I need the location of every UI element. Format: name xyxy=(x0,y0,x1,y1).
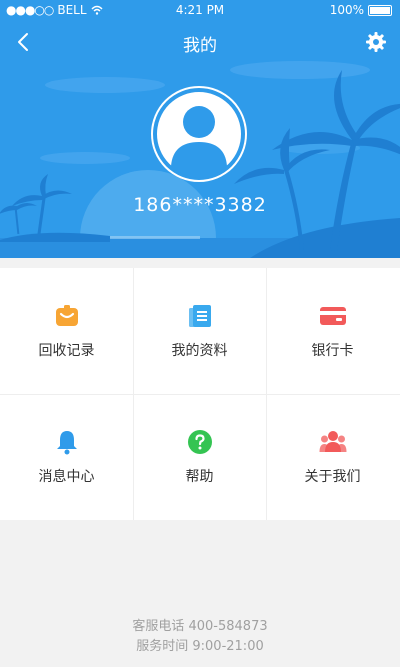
about-us-icon xyxy=(319,430,346,452)
menu-item-label: 银行卡 xyxy=(311,342,354,359)
menu-item-bank-card[interactable]: 银行卡 xyxy=(266,268,399,393)
profile-header: ●●●○○ BELL 4:21 PM 100% 我的 186****3382 xyxy=(0,0,400,258)
gear-icon[interactable] xyxy=(364,30,388,54)
nav-bar: 我的 xyxy=(0,24,400,60)
customer-service-footer: 客服电话 400-584873 服务时间 9:00-21:00 xyxy=(0,617,400,657)
bell-icon xyxy=(56,430,77,454)
recycle-record-icon xyxy=(55,304,78,326)
status-bar: ●●●○○ BELL 4:21 PM 100% xyxy=(0,0,400,20)
menu-item-label: 我的资料 xyxy=(171,342,228,359)
user-avatar-icon xyxy=(153,88,245,180)
menu-item-label: 消息中心 xyxy=(38,468,95,485)
menu-item-label: 帮助 xyxy=(185,468,214,485)
service-hotline: 客服电话 400-584873 xyxy=(132,619,268,634)
help-icon xyxy=(187,429,212,454)
battery-icon xyxy=(368,4,392,16)
user-phone: 186****3382 xyxy=(133,194,267,216)
menu-item-about-us[interactable]: 关于我们 xyxy=(266,394,399,519)
page-title: 我的 xyxy=(183,36,217,56)
document-icon xyxy=(188,304,211,327)
battery-percent: 100% xyxy=(329,3,364,17)
bank-card-icon xyxy=(319,306,346,325)
menu-item-label: 回收记录 xyxy=(38,342,95,359)
menu-grid: 回收记录 我的资料 银行卡 消息中心 帮助 关于我们 xyxy=(0,268,400,520)
menu-item-my-profile[interactable]: 我的资料 xyxy=(133,268,266,393)
menu-item-recycle-records[interactable]: 回收记录 xyxy=(0,268,133,393)
menu-item-label: 关于我们 xyxy=(304,468,361,485)
menu-item-help[interactable]: 帮助 xyxy=(133,394,266,519)
service-hours: 服务时间 9:00-21:00 xyxy=(136,639,264,654)
user-avatar[interactable] xyxy=(151,86,247,182)
menu-item-message-center[interactable]: 消息中心 xyxy=(0,394,133,519)
